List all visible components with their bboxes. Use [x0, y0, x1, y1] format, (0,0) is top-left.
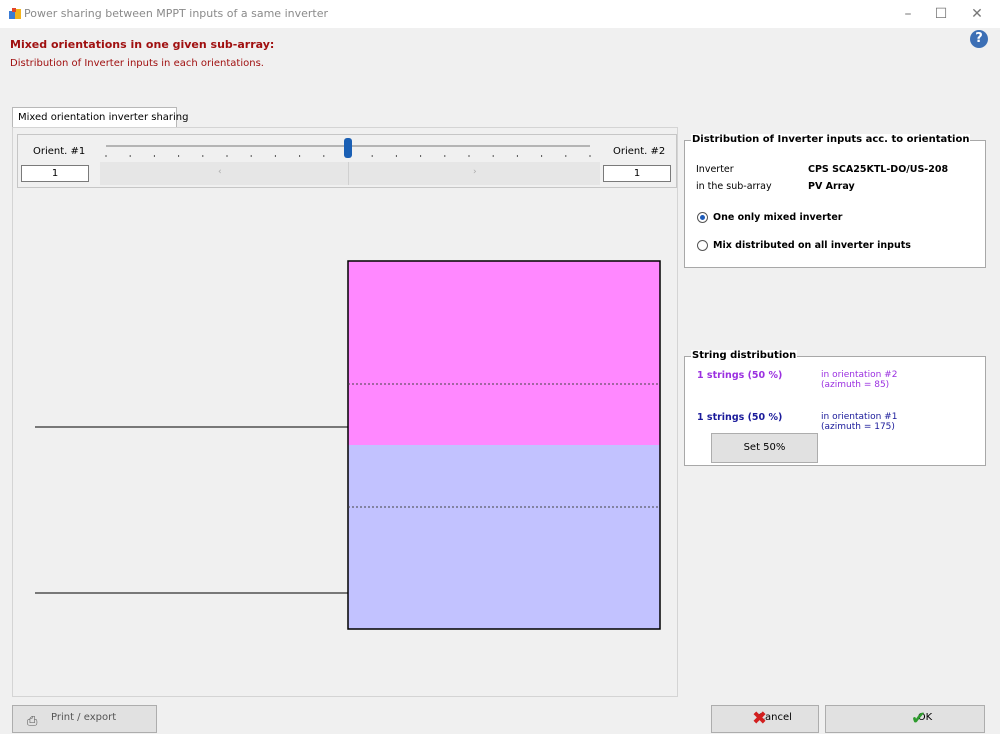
page-subheading: Distribution of Inverter inputs in each …	[10, 58, 264, 69]
option-one-mixed-inverter-label[interactable]: One only mixed inverter	[713, 212, 842, 223]
orientation-diagram	[35, 260, 661, 630]
row2-string-count: 1 strings (50 %)	[697, 412, 783, 423]
title-bar: Power sharing between MPPT inputs of a s…	[0, 0, 1000, 28]
orient2-value-field[interactable]: 1	[603, 165, 671, 182]
orient2-label: Orient. #2	[613, 146, 666, 157]
scrollbar-divider	[348, 162, 349, 185]
slider-scrollbar[interactable]	[100, 162, 600, 185]
radio-mix-distributed[interactable]	[697, 240, 708, 251]
row1-azimuth: (azimuth = 85)	[821, 380, 890, 390]
slider-thumb[interactable]	[344, 138, 352, 158]
ok-button[interactable]: ✔ OK	[825, 705, 985, 733]
option-mix-distributed-label[interactable]: Mix distributed on all inverter inputs	[713, 240, 911, 251]
cancel-x-icon: ✖	[752, 708, 768, 729]
window-title: Power sharing between MPPT inputs of a s…	[24, 7, 329, 20]
orient1-label: Orient. #1	[33, 146, 86, 157]
help-icon[interactable]: ?	[970, 30, 988, 48]
row1-orientation: in orientation #2	[821, 370, 898, 380]
tab-mixed-orientation[interactable]: Mixed orientation inverter sharing	[12, 107, 189, 127]
radio-one-mixed-inverter[interactable]	[697, 212, 708, 223]
row1-string-count: 1 strings (50 %)	[697, 370, 783, 381]
string-panel-title: String distribution	[691, 350, 798, 361]
subarray-value: PV Array	[808, 181, 855, 192]
close-button[interactable]: ✕	[954, 0, 1000, 28]
orientation-1-area	[348, 445, 660, 629]
printer-icon: ⎙	[27, 714, 38, 729]
inverter-label: Inverter	[696, 164, 734, 175]
row2-azimuth: (azimuth = 175)	[821, 422, 895, 432]
inverter-value: CPS SCA25KTL-DO/US-208	[808, 164, 949, 175]
print-export-button[interactable]: ⎙ Print / export	[12, 705, 157, 733]
ok-check-icon: ✔	[911, 708, 927, 729]
row2-orientation: in orientation #1	[821, 412, 898, 422]
inverter-panel-title: Distribution of Inverter inputs acc. to …	[691, 134, 971, 145]
scroll-left-arrow[interactable]: ‹	[218, 167, 222, 177]
orient1-value-field[interactable]: 1	[21, 165, 89, 182]
orientation-slider[interactable]	[100, 138, 600, 186]
page-heading: Mixed orientations in one given sub-arra…	[10, 38, 275, 51]
cancel-button[interactable]: ✖ Cancel	[711, 705, 819, 733]
app-icon	[9, 8, 21, 19]
print-export-label: Print / export	[51, 712, 117, 723]
subarray-label: in the sub-array	[696, 181, 772, 192]
set-50-button[interactable]: Set 50%	[711, 433, 818, 463]
scroll-right-arrow[interactable]: ›	[473, 167, 477, 177]
orientation-2-area	[348, 261, 660, 445]
